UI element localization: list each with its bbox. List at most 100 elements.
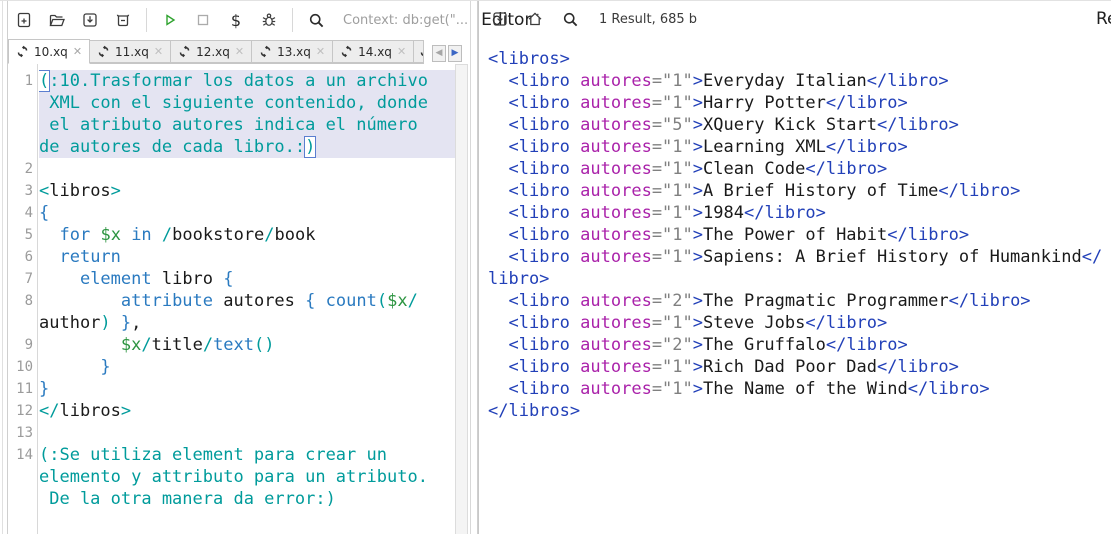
save-result-icon — [491, 10, 509, 28]
line-number — [8, 488, 37, 510]
new-file-button[interactable] — [14, 10, 34, 30]
home-button[interactable] — [525, 9, 545, 29]
result-output[interactable]: <libros> <libro autores="1">Everyday Ita… — [479, 37, 1111, 534]
archive-icon — [114, 11, 132, 29]
result-panel-title: Result — [1096, 9, 1111, 29]
code-line[interactable]: author) }, — [39, 312, 455, 334]
archive-button[interactable] — [113, 10, 133, 30]
result-line: <libro autores="5">XQuery Kick Start</li… — [488, 114, 1111, 136]
tab-close-icon[interactable]: ✕ — [154, 46, 163, 57]
code-line[interactable]: De la otra manera da error:) — [39, 488, 455, 510]
result-line: libro> — [488, 268, 1111, 290]
tab-label: 10.xq — [34, 45, 68, 59]
search-result-button[interactable] — [560, 9, 580, 29]
code-line[interactable]: XML con el siguiente contenido, donde — [39, 92, 455, 114]
tab-close-icon[interactable]: ✕ — [316, 46, 325, 57]
result-panel: 1 Result, 685 b Result <libros> <libro a… — [478, 1, 1111, 534]
tab-partial[interactable] — [414, 40, 424, 63]
line-number: 4 — [8, 202, 37, 224]
result-line: </libros> — [488, 400, 1111, 422]
xq-file-icon — [419, 45, 424, 58]
tab-11.xq[interactable]: 11.xq ✕ — [90, 40, 171, 63]
line-number — [8, 114, 37, 136]
code-line[interactable]: <libros> — [39, 180, 455, 202]
code-line[interactable]: attribute autores { count($x/ — [39, 290, 455, 312]
result-line: <libro autores="2">The Pragmatic Program… — [488, 290, 1111, 312]
toolbar-separator — [146, 8, 147, 32]
save-result-button[interactable] — [490, 9, 510, 29]
code-line[interactable]: (:10.Trasformar los datos a un archivo — [39, 70, 455, 92]
code-line[interactable] — [39, 422, 455, 444]
stop-button[interactable] — [193, 10, 213, 30]
result-line: <libro autores="1">The Name of the Wind<… — [488, 378, 1111, 400]
line-number: 2 — [8, 158, 37, 180]
result-line: <libro autores="1">Sapiens: A Brief Hist… — [488, 246, 1111, 268]
save-icon — [81, 11, 99, 29]
result-count-label: 1 Result, 685 b — [599, 12, 697, 27]
debug-button[interactable] — [259, 10, 279, 30]
result-line: <libro autores="1">The Power of Habit</l… — [488, 224, 1111, 246]
code-line[interactable]: element libro { — [39, 268, 455, 290]
tab-label: 12.xq — [196, 45, 230, 59]
code-line[interactable]: for $x in /bookstore/book — [39, 224, 455, 246]
line-number: 14 — [8, 444, 37, 466]
code-line[interactable]: return — [39, 246, 455, 268]
tab-close-icon[interactable]: ✕ — [73, 46, 82, 57]
line-number: 10 — [8, 356, 37, 378]
result-line: <libro autores="1">1984</libro> — [488, 202, 1111, 224]
panel-splitter[interactable] — [470, 1, 478, 534]
tab-strip: 10.xq✕11.xq✕12.xq✕13.xq✕14.xq✕ — [8, 39, 424, 64]
result-line: <libro autores="1">Learning XML</libro> — [488, 136, 1111, 158]
line-number-gutter: 1234567891011121314 — [8, 64, 38, 534]
code-line[interactable]: elemento y attributo para un atributo. — [39, 466, 455, 488]
code-line[interactable]: { — [39, 202, 455, 224]
save-button[interactable] — [80, 10, 100, 30]
code-line[interactable]: $x/title/text() — [39, 334, 455, 356]
search-icon — [307, 11, 326, 30]
code-line[interactable]: } — [39, 356, 455, 378]
tab-close-icon[interactable]: ✕ — [397, 46, 406, 57]
line-number: 3 — [8, 180, 37, 202]
tab-close-icon[interactable]: ✕ — [235, 46, 244, 57]
tab-13.xq[interactable]: 13.xq✕ — [252, 40, 333, 63]
tab-14.xq[interactable]: 14.xq ✕ — [333, 40, 414, 63]
stop-icon — [194, 11, 212, 29]
result-line: <libro autores="1">Rich Dad Poor Dad</li… — [488, 356, 1111, 378]
code-line[interactable]: de autores de cada libro.:) — [39, 136, 455, 158]
code-line[interactable]: } — [39, 378, 455, 400]
scroll-left-icon: ◀ — [436, 49, 443, 58]
result-line: <libros> — [488, 48, 1111, 70]
new-file-icon — [15, 11, 33, 29]
tab-scroll-right-button[interactable]: ▶ — [448, 45, 462, 62]
editor-toolbar: $ Context: db:get("... Editor — [8, 1, 470, 39]
result-line: <libro autores="1">Everyday Italian</lib… — [488, 70, 1111, 92]
tab-label: 14.xq — [358, 45, 392, 59]
tab-10.xq[interactable]: 10.xq ✕ — [8, 39, 90, 64]
line-number — [8, 136, 37, 158]
line-number — [8, 466, 37, 488]
line-number: 5 — [8, 224, 37, 246]
result-toolbar: 1 Result, 685 b — [479, 1, 1111, 37]
line-number — [8, 312, 37, 334]
tab-scroll-left-button[interactable]: ◀ — [432, 45, 446, 62]
result-line: <libro autores="1">Clean Code</libro> — [488, 158, 1111, 180]
line-number: 8 — [8, 290, 37, 312]
line-number: 1 — [8, 70, 37, 92]
code-line[interactable]: </libros> — [39, 400, 455, 422]
run-query-button[interactable] — [160, 10, 180, 30]
tab-12.xq[interactable]: 12.xq ✕ — [171, 40, 252, 63]
line-number: 9 — [8, 334, 37, 356]
search-button[interactable] — [306, 10, 326, 30]
open-file-button[interactable] — [47, 10, 67, 30]
external-variables-button[interactable]: $ — [226, 10, 246, 30]
code-line[interactable]: (:Se utiliza element para crear un — [39, 444, 455, 466]
xq-file-icon — [340, 45, 353, 58]
result-line: <libro autores="1">Steve Jobs</libro> — [488, 312, 1111, 334]
line-number: 6 — [8, 246, 37, 268]
editor-scrollbar[interactable] — [455, 64, 468, 534]
tab-label: 11.xq — [115, 45, 149, 59]
code-line[interactable] — [39, 158, 455, 180]
scroll-right-icon: ▶ — [452, 49, 459, 58]
code-editor[interactable]: (:10.Trasformar los datos a un archivo X… — [39, 64, 455, 534]
code-line[interactable]: el atributo autores indica el número — [39, 114, 455, 136]
